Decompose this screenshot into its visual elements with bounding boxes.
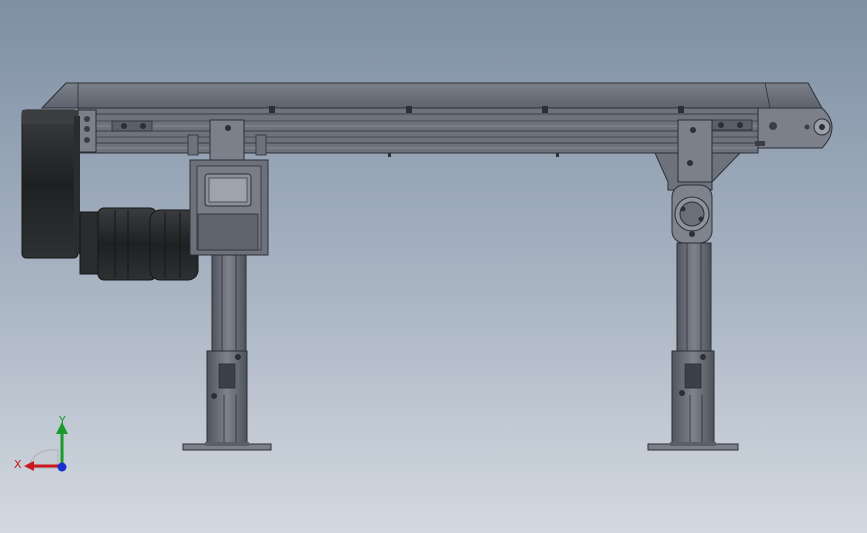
side-rail [77,106,759,157]
y-axis-label: Y [58,414,66,427]
coordinate-triad[interactable]: Y X [10,410,80,480]
x-axis-label: X [14,458,22,471]
right-leg [647,242,739,451]
graphics-viewport[interactable]: Y X [0,0,867,533]
left-leg [182,254,272,451]
x-axis-arrowhead [24,461,34,471]
drive-motor [79,207,199,281]
gearbox [21,109,80,259]
z-axis-dot [57,462,67,472]
conveyor-model[interactable] [0,0,867,533]
belt-top [40,82,823,109]
